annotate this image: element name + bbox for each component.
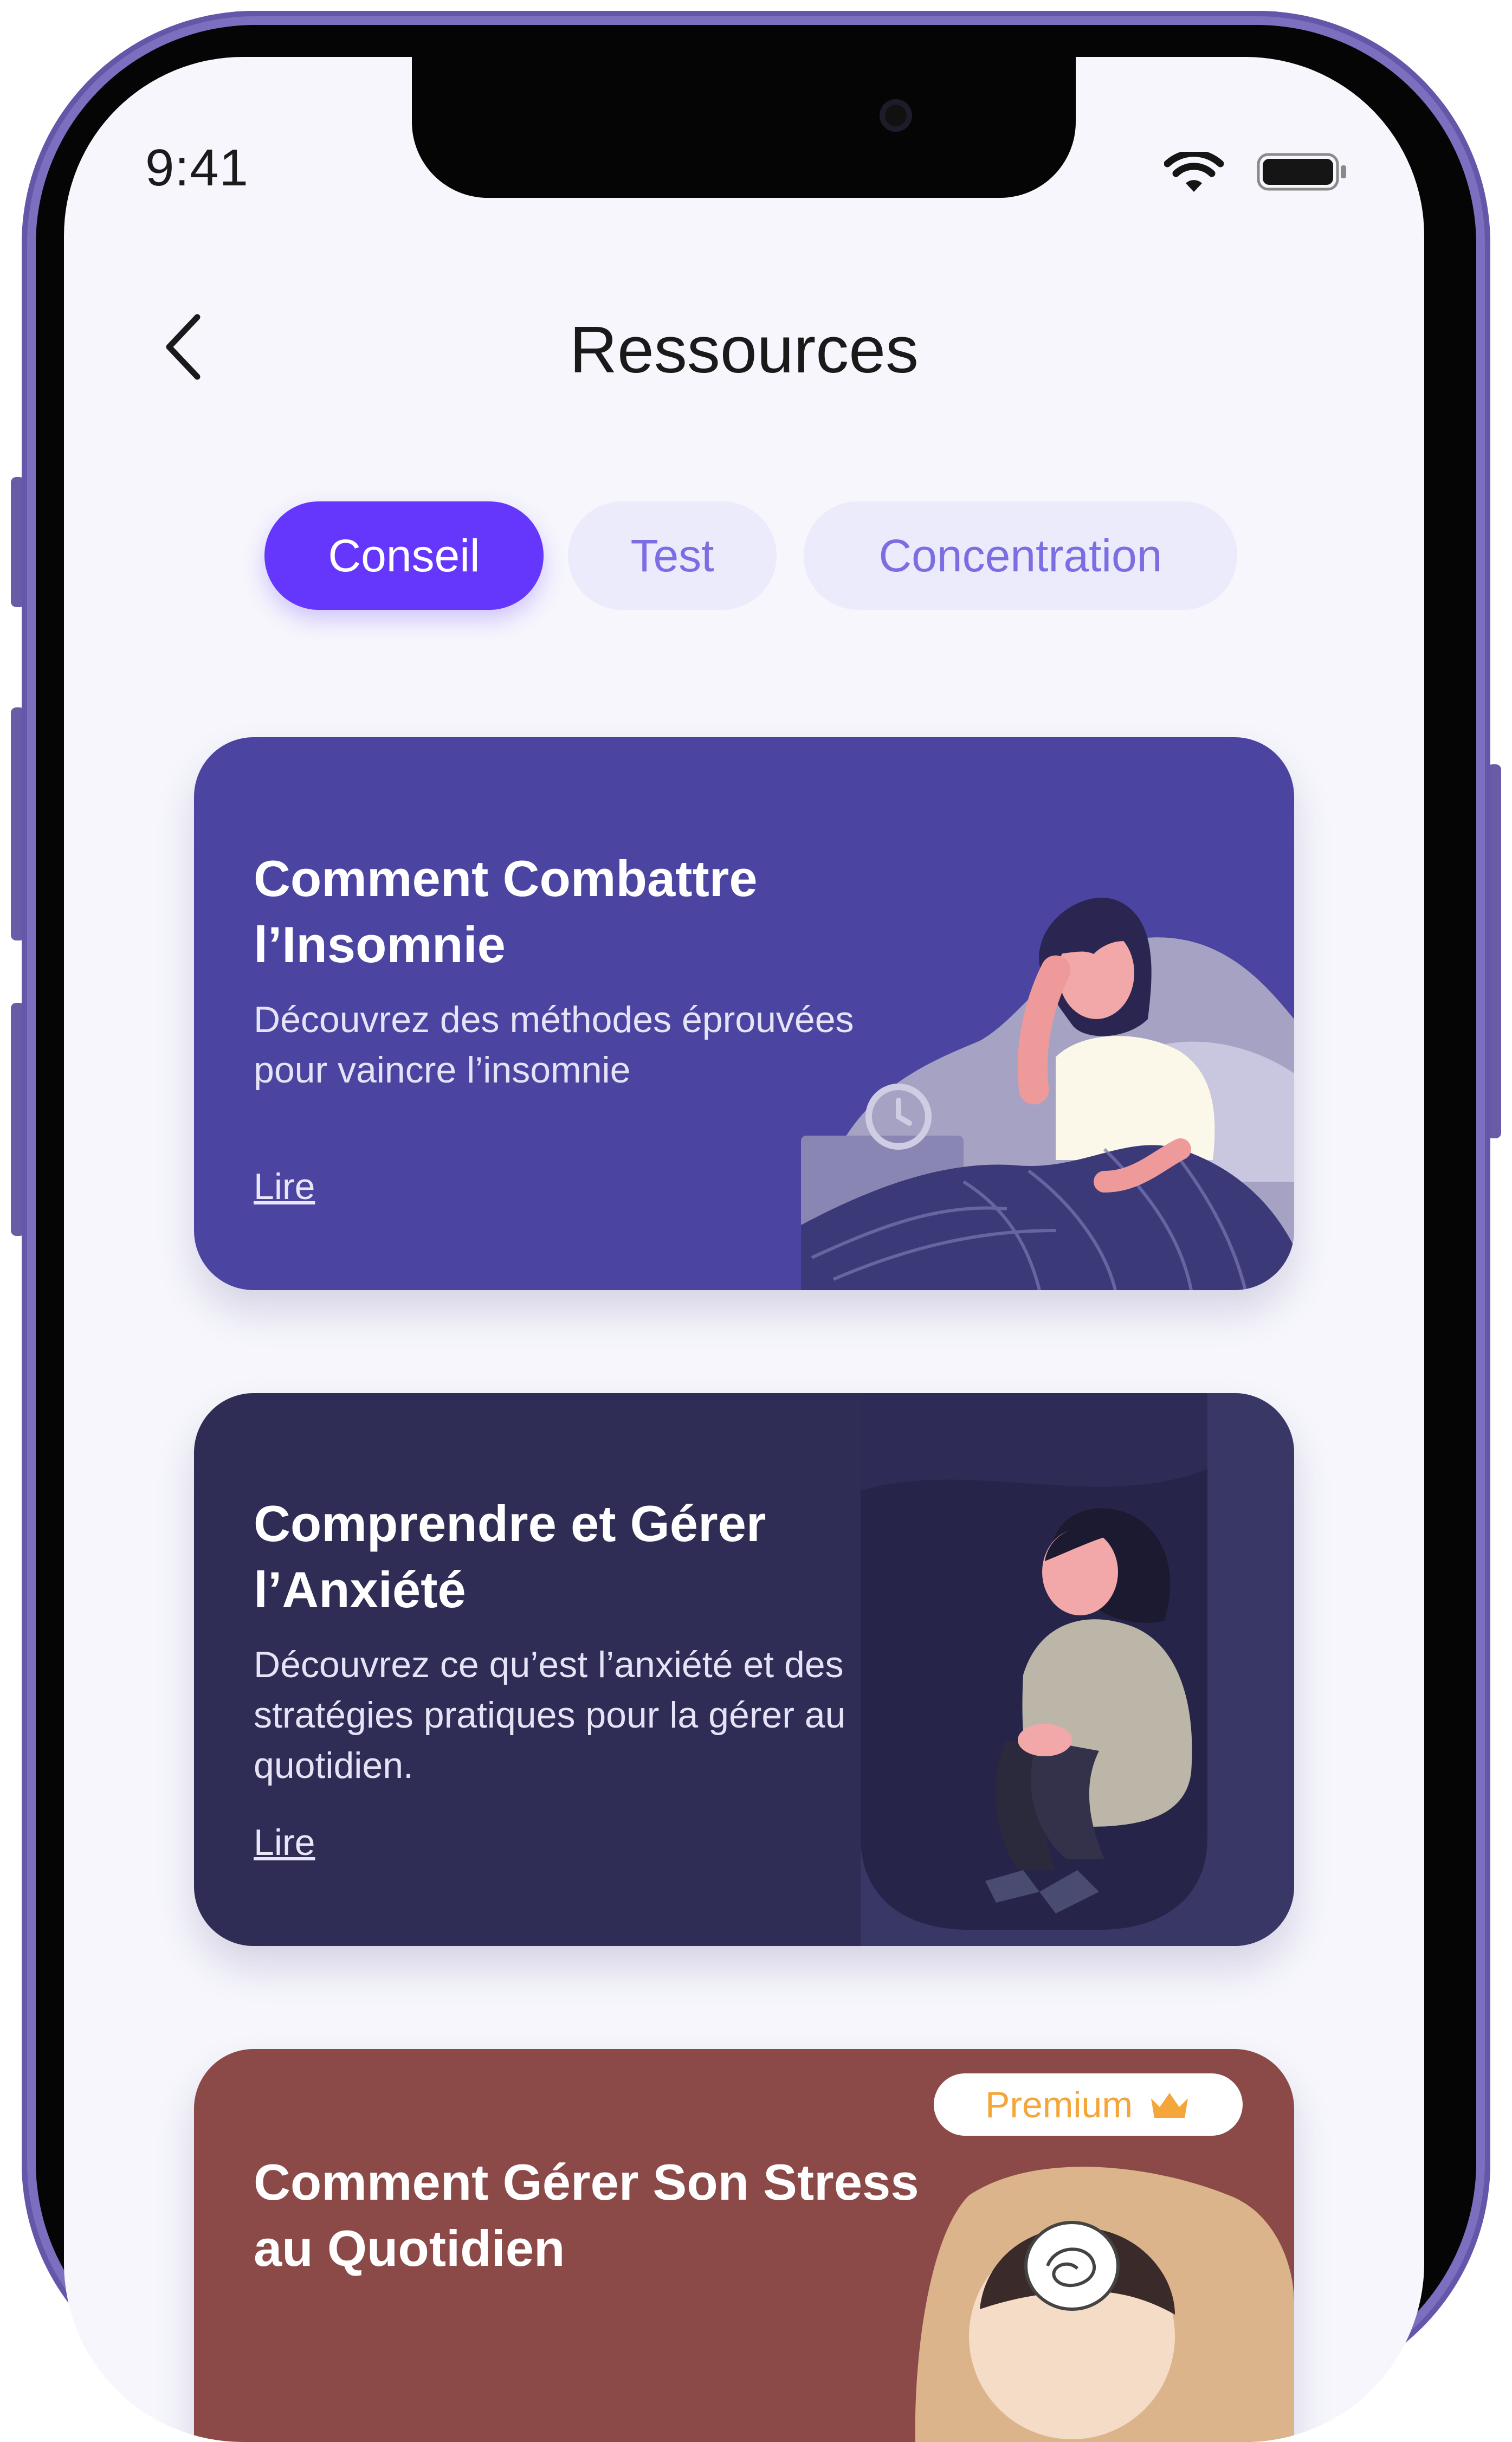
wifi-icon — [1164, 152, 1224, 192]
resource-card-stress[interactable]: Comment Gérer Son Stress au Quotidien Pr… — [194, 2049, 1294, 2442]
app-screen: 9:41 Ressources Conseil Test Concentrati… — [64, 57, 1424, 2442]
tab-test[interactable]: Test — [568, 501, 777, 610]
premium-badge: Premium — [934, 2073, 1243, 2136]
card-description: Découvrez ce qu’est l’anxiété et des str… — [254, 1644, 846, 1786]
read-link[interactable]: Lire — [254, 1821, 315, 1864]
card-title: Comprendre et Gérer l’Anxiété — [254, 1495, 766, 1618]
premium-label: Premium — [985, 2084, 1133, 2125]
stress-illustration — [915, 2167, 1294, 2442]
crown-icon — [1151, 2092, 1188, 2118]
card-title: Comment Gérer Son Stress au Quotidien — [254, 2154, 919, 2277]
tab-concentration[interactable]: Concentration — [804, 501, 1237, 610]
insomnia-illustration — [801, 898, 1294, 1290]
notch — [412, 57, 1076, 198]
status-time: 9:41 — [145, 139, 249, 197]
resource-card-insomnie[interactable]: Comment Combattre l’Insomnie Découvrez d… — [194, 737, 1294, 1290]
resource-card-anxiete[interactable]: Comprendre et Gérer l’Anxiété Découvrez … — [194, 1393, 1294, 1946]
battery-icon — [1257, 153, 1346, 191]
front-camera — [880, 99, 912, 132]
read-link[interactable]: Lire — [254, 1165, 315, 1208]
page-title: Ressources — [569, 313, 919, 386]
card-description: Découvrez des méthodes éprouvées pour va… — [254, 999, 854, 1091]
tab-conseil[interactable]: Conseil — [264, 501, 544, 610]
anxiety-illustration — [861, 1393, 1294, 1946]
